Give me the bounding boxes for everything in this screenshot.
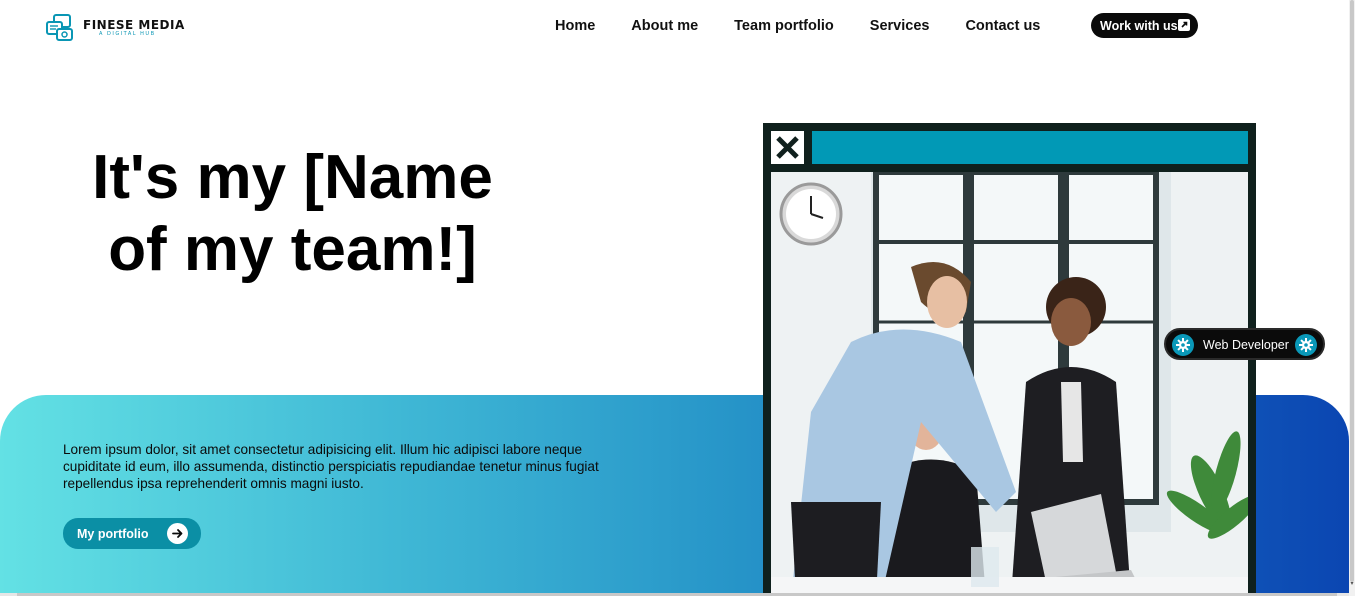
work-with-us-button[interactable]: Work with us — [1091, 13, 1198, 38]
external-link-icon — [1178, 19, 1190, 31]
vertical-scroll-thumb[interactable] — [1350, 0, 1354, 582]
my-portfolio-label: My portfolio — [77, 526, 149, 541]
badge-label: Web Developer — [1203, 338, 1289, 352]
arrow-right-icon — [167, 523, 188, 544]
gear-icon — [1295, 334, 1317, 356]
brand-name: FINESE MEDIA — [83, 18, 185, 32]
my-portfolio-button[interactable]: My portfolio — [63, 518, 201, 549]
nav-link-home[interactable]: Home — [555, 18, 595, 34]
office-team-photo — [771, 172, 1248, 596]
web-developer-badge: Web Developer — [1164, 328, 1325, 360]
site-header: FINESE MEDIA A DIGITAL HUB Home About me… — [0, 0, 1349, 52]
brand-logo[interactable]: FINESE MEDIA A DIGITAL HUB — [45, 13, 185, 43]
hero-title: It's my [Name of my team!] — [60, 142, 525, 286]
hero-title-line-2: of my team!] — [108, 215, 477, 284]
nav-link-services[interactable]: Services — [870, 18, 930, 34]
brand-tagline: A DIGITAL HUB — [99, 31, 156, 37]
gear-icon — [1172, 334, 1194, 356]
nav-link-about[interactable]: About me — [631, 18, 698, 34]
main-nav: Home About me Team portfolio Services Co… — [555, 18, 1076, 34]
chat-bubbles-icon — [46, 14, 73, 41]
work-with-us-label: Work with us — [1100, 18, 1178, 33]
vertical-scrollbar[interactable]: ▾ — [1349, 0, 1355, 596]
close-x-icon[interactable] — [771, 131, 804, 164]
nav-link-team-portfolio[interactable]: Team portfolio — [734, 18, 834, 34]
nav-link-contact[interactable]: Contact us — [965, 18, 1040, 34]
hero-title-line-1: It's my [Name — [92, 143, 493, 212]
window-titlebar — [812, 131, 1248, 164]
scroll-down-arrow-icon[interactable]: ▾ — [1349, 581, 1355, 587]
hero-description: Lorem ipsum dolor, sit amet consectetur … — [63, 442, 599, 491]
